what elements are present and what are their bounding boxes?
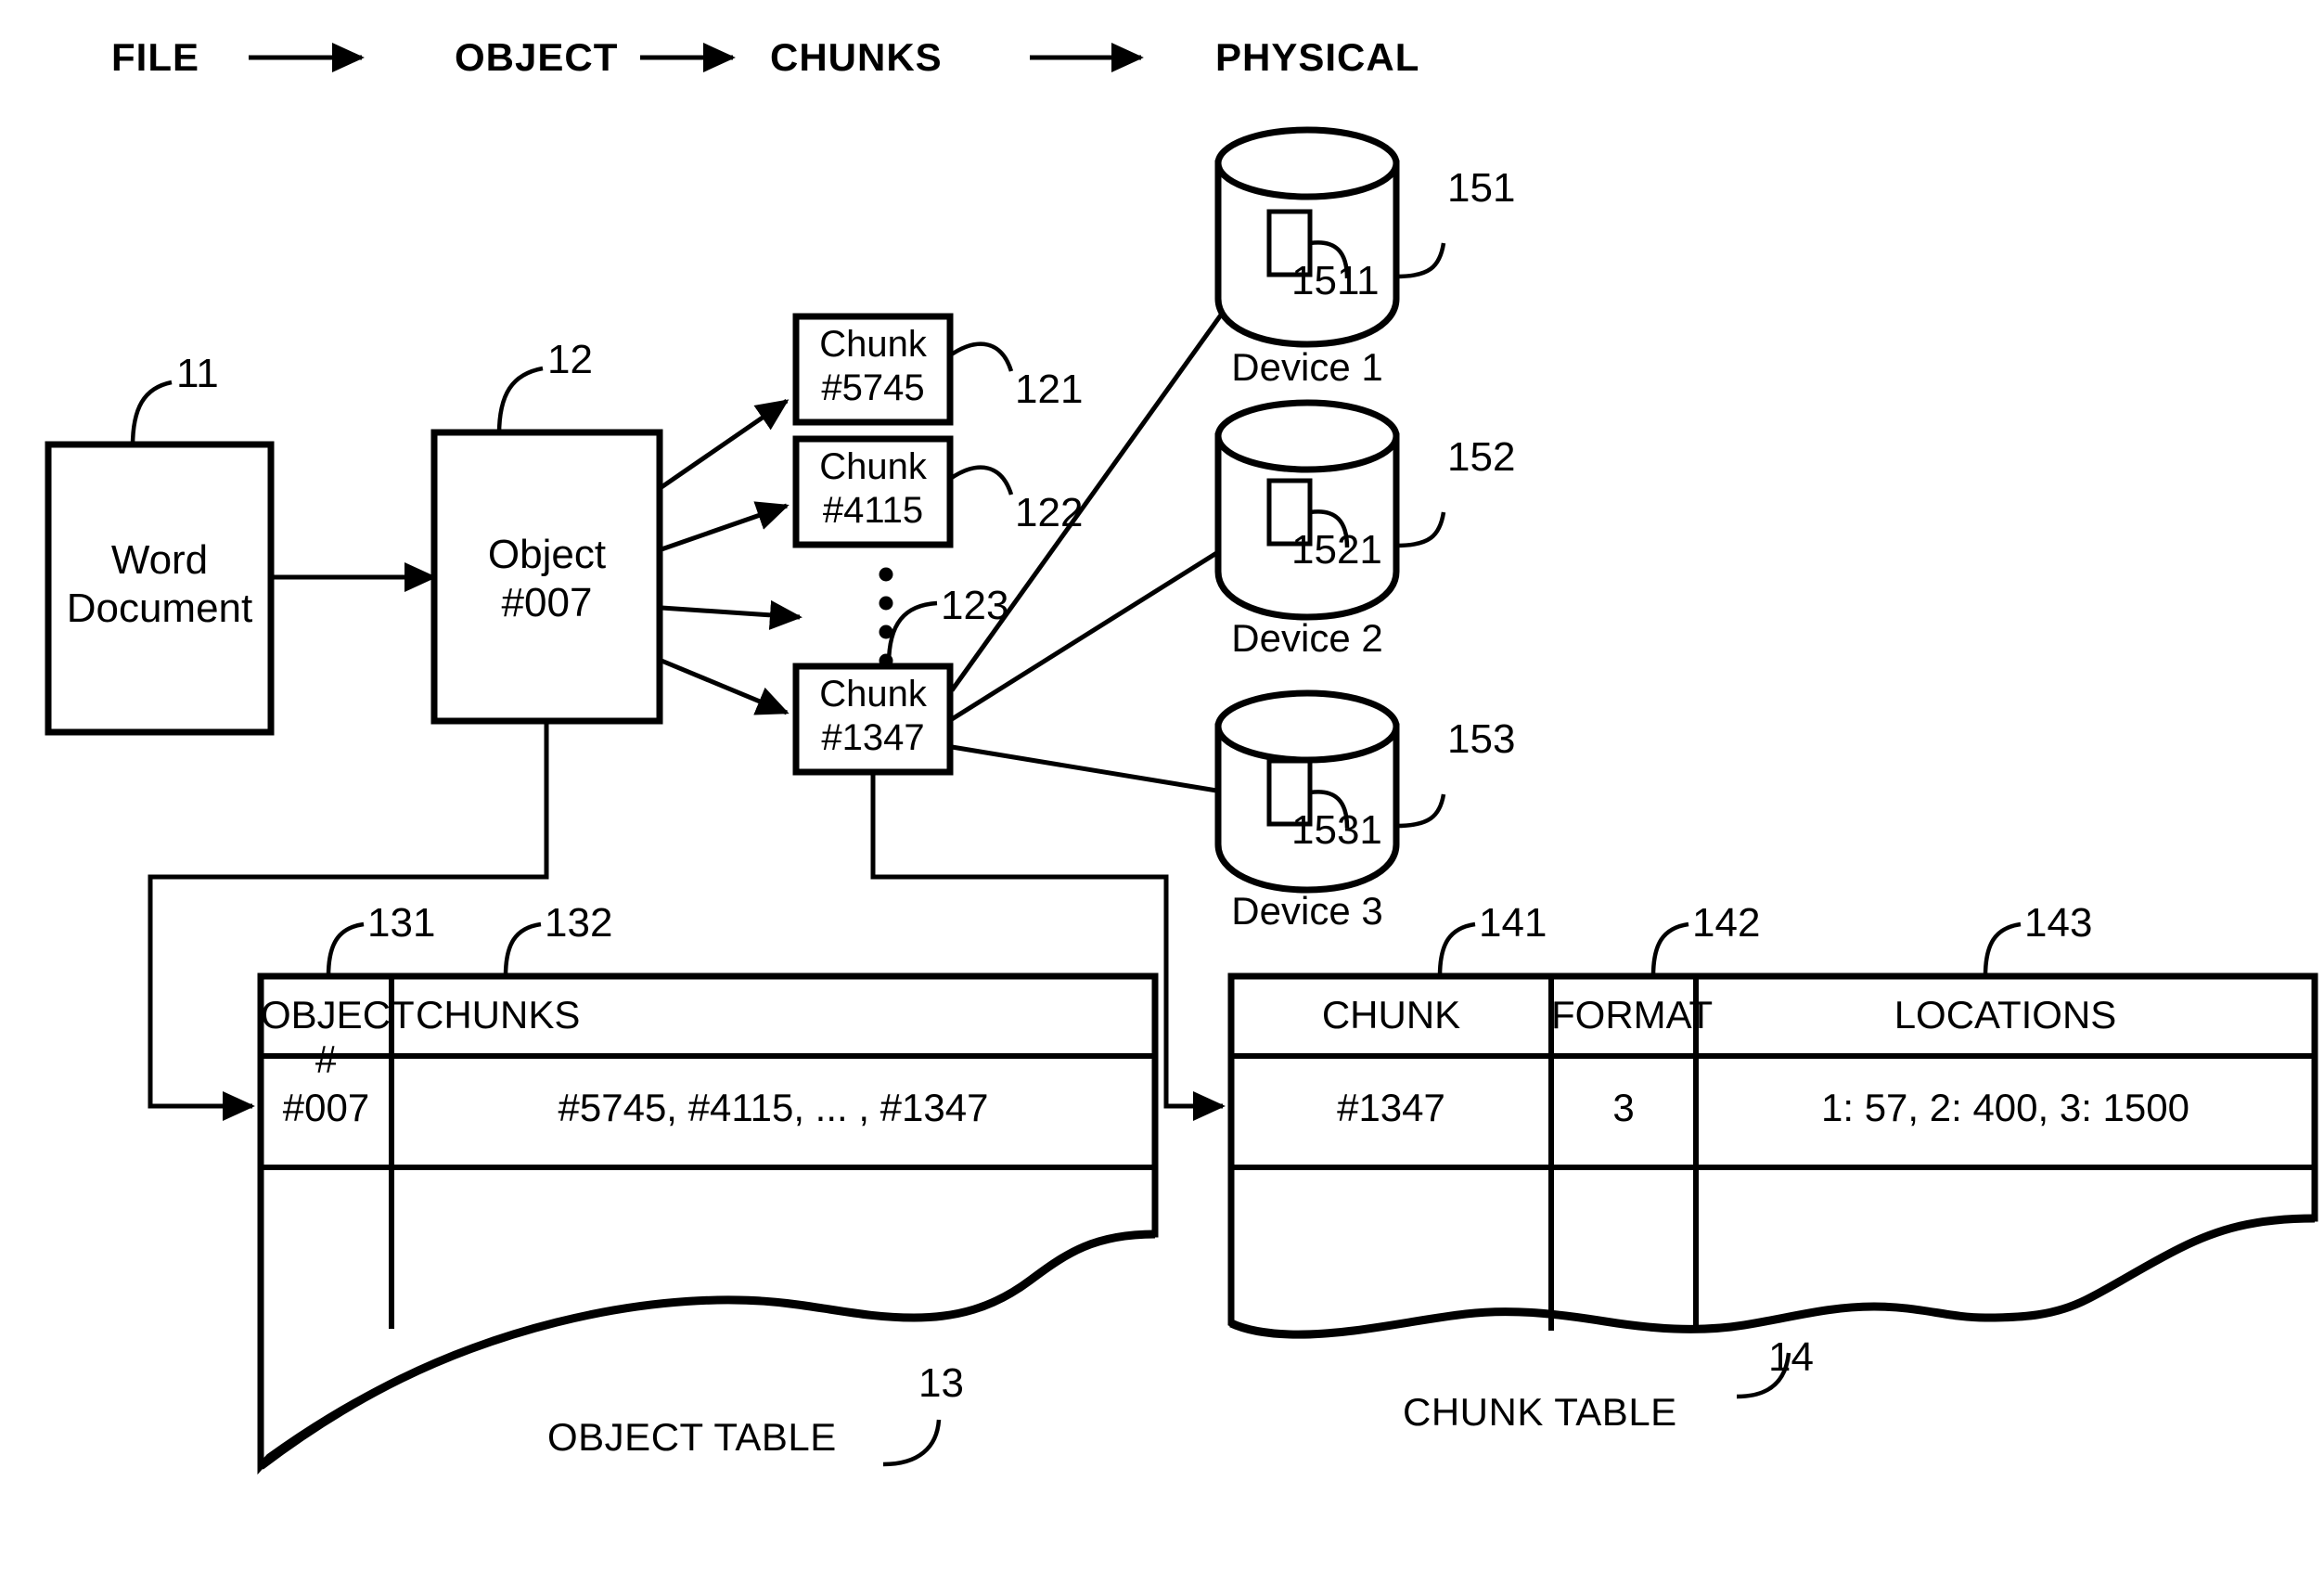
leader-line-131 [326,921,365,977]
ref-label-1531: 1531 [1291,807,1382,853]
chunk-table-cell-0-1: 3 [1612,1086,1635,1129]
chunk-to-device-arrows [949,262,1260,806]
leader-line-121 [948,341,1014,372]
ref-label-153: 153 [1447,716,1516,762]
arrow-object-chunk-4 [661,658,790,715]
ref-label-1511: 1511 [1291,258,1380,303]
chunk-table-header-0: CHUNK [1321,993,1461,1037]
device-3-cylinder [1214,689,1446,894]
arrow-object-chunk-2 [661,501,790,552]
leader-line-152 [1395,511,1446,548]
device-3-label: Device 3 [1231,889,1383,933]
ref-label-13: 13 [918,1360,964,1406]
arrow-object-chunk-3 [661,599,802,630]
leader-line-141 [1437,921,1476,977]
chunk-table-cell-0-0: #1347 [1337,1086,1445,1129]
flow-step-file: FILE [111,35,199,79]
leader-line-153 [1395,793,1446,829]
chunk-box-4-line1: Chunk [819,674,927,715]
chunk-table-header-1: FORMAT [1551,993,1714,1037]
leader-line-143 [1983,921,2022,977]
chunk-table-caption: CHUNK TABLE [1403,1390,1677,1434]
device-1-label: Device 1 [1231,345,1383,389]
word-document-line2: Document [66,586,253,631]
ref-label-151: 151 [1447,165,1516,211]
word-document-line1: Word [110,537,209,583]
object-table-cell-0-1: #5745, #4115, ... , #1347 [558,1086,989,1129]
ref-label-1521: 1521 [1291,527,1382,573]
ref-label-141: 141 [1479,900,1547,946]
flow-step-chunks: CHUNKS [770,35,943,79]
device-2-label: Device 2 [1231,616,1383,660]
chunk-box-1-line2: #5745 [821,367,925,408]
ref-label-131: 131 [367,900,436,946]
chunk-table-cell-0-2: 1: 57, 2: 400, 3: 1500 [1821,1086,2189,1129]
device-2-cylinder [1214,399,1446,621]
leader-line-123 [886,600,938,665]
ref-label-152: 152 [1447,434,1516,480]
leader-line-151 [1395,242,1446,279]
object-table-caption: OBJECT TABLE [547,1415,837,1459]
leader-line-122 [948,465,1014,496]
arrow-object-chunk-1 [660,398,790,490]
leader-line-13 [882,1419,942,1467]
object-table-header-1: CHUNKS [416,993,581,1037]
ref-label-121: 121 [1015,367,1084,412]
object-box-line2: #007 [501,580,593,625]
ref-label-143: 143 [2024,900,2093,946]
object-table-cell-0-0: #007 [282,1086,370,1129]
object-table-header-0: OBJECT # [261,993,415,1081]
leader-line-142 [1650,921,1689,977]
device-1-cylinder [1214,126,1446,348]
patent-figure-canvas: FILE OBJECT CHUNKS PHYSICAL 11 Word Docu… [0,0,2324,1571]
ref-label-132: 132 [545,900,613,946]
object-to-chunk-arrows [660,398,802,715]
leader-line-132 [503,921,542,977]
flow-step-physical: PHYSICAL [1215,35,1420,79]
chunk-box-1-line1: Chunk [819,324,927,365]
flow-step-object: OBJECT [455,35,619,79]
arrow-chunk-to-device-3 [951,744,1253,806]
leader-line-12 [496,366,544,435]
ref-label-142: 142 [1692,900,1761,946]
ref-label-12: 12 [547,337,593,382]
chunk-box-2-line2: #4115 [822,490,924,531]
leader-line-11 [130,380,173,447]
chunk-table-header-2: LOCATIONS [1894,993,2117,1037]
ref-label-122: 122 [1015,490,1084,535]
chunk-box-2-line1: Chunk [819,446,927,487]
diagram-surface [45,42,2318,1475]
object-box-line1: Object [487,532,607,577]
ref-label-11: 11 [176,351,219,396]
ref-label-14: 14 [1768,1334,1814,1380]
ref-label-123: 123 [941,583,1009,628]
chunk-box-4-line2: #1347 [821,717,925,758]
